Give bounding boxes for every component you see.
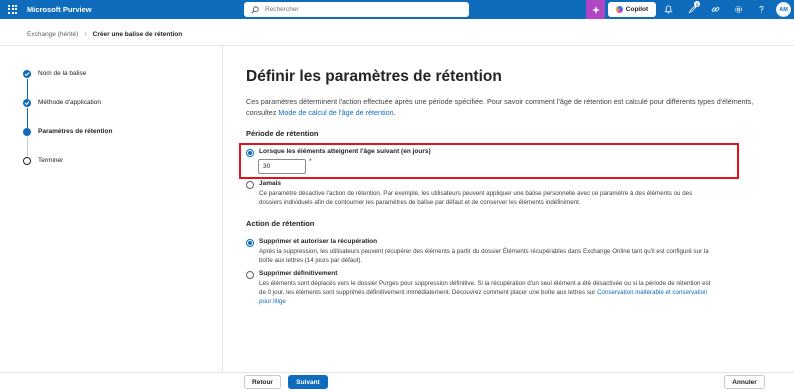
step-application-method[interactable]: Méthode d'application: [22, 98, 212, 128]
retention-action-heading: Action de rétention: [246, 219, 315, 228]
period-option-never[interactable]: Jamais Ce paramètre désactive l'action d…: [246, 180, 716, 207]
copilot-pane-button[interactable]: [586, 0, 605, 19]
breadcrumb-current: Créer une balise de rétention: [92, 31, 183, 38]
search-input[interactable]: [265, 6, 455, 13]
step-connector: [26, 79, 28, 99]
action-option-delete-recover[interactable]: Supprimer et autoriser la récupération A…: [246, 238, 716, 265]
avatar[interactable]: AM: [776, 2, 791, 17]
breadcrumb: Exchange (hérité) › Créer une balise de …: [27, 31, 182, 38]
step-connector: [26, 137, 28, 157]
step-retention-settings[interactable]: Paramètres de rétention: [22, 127, 212, 157]
step-label: Nom de la balise: [38, 70, 87, 77]
radio-button[interactable]: [246, 270, 254, 279]
step-label: Méthode d'application: [38, 99, 102, 106]
copilot-button[interactable]: Copilot: [608, 2, 656, 17]
copilot-label: Copilot: [625, 6, 649, 13]
notification-badge: 1: [694, 1, 700, 7]
cancel-button[interactable]: Annuler: [724, 375, 765, 389]
copilot-sparkle-icon: [591, 5, 600, 14]
radio-button[interactable]: [246, 180, 254, 189]
wizard-stepper: Nom de la balise Méthode d'application P…: [22, 69, 212, 185]
step-done-icon: [23, 99, 31, 107]
step-tag-name[interactable]: Nom de la balise: [22, 69, 212, 99]
back-button[interactable]: Retour: [244, 375, 281, 389]
step-finish[interactable]: Terminer: [22, 156, 212, 185]
search-box[interactable]: [244, 2, 469, 17]
retention-age-link[interactable]: Mode de calcul de l'âge de rétention: [278, 108, 393, 117]
required-indicator: *: [309, 158, 312, 165]
retention-days-input[interactable]: [258, 159, 306, 174]
step-label: Terminer: [38, 157, 64, 164]
panel-divider: [222, 46, 223, 372]
gear-icon: [734, 5, 742, 13]
question-icon: [758, 5, 764, 13]
intro-text: Ces paramètres déterminent l'action effe…: [246, 97, 754, 117]
step-pending-icon: [23, 157, 31, 165]
radio-label: Supprimer et autoriser la récupération: [259, 238, 378, 245]
link-icon: [711, 6, 719, 12]
step-connector: [26, 108, 28, 128]
retention-period-heading: Période de rétention: [246, 129, 319, 138]
highlight-box: [239, 143, 739, 179]
help-button[interactable]: [755, 3, 767, 15]
radio-description: Après la suppression, les utilisateurs p…: [259, 247, 709, 264]
radio-label: Supprimer définitivement: [259, 270, 338, 277]
step-done-icon: [23, 70, 31, 78]
copilot-icon: [615, 6, 623, 13]
action-option-delete-permanently[interactable]: Supprimer définitivement Les éléments so…: [246, 270, 716, 306]
activity-button[interactable]: 1: [686, 1, 700, 15]
search-icon: [251, 5, 259, 14]
share-button[interactable]: [709, 3, 721, 15]
step-current-icon: [23, 128, 31, 136]
breadcrumb-parent-link[interactable]: Exchange (hérité): [27, 31, 78, 38]
radio-button[interactable]: [246, 238, 254, 247]
step-label: Paramètres de rétention: [38, 128, 113, 135]
app-name[interactable]: Microsoft Purview: [27, 5, 92, 14]
footer-divider: [0, 372, 794, 373]
page-title: Définir les paramètres de rétention: [246, 68, 502, 85]
bell-icon: [663, 4, 673, 13]
radio-description: Ce paramètre désactive l'action de réten…: [259, 189, 693, 206]
next-button[interactable]: Suivant: [288, 375, 328, 389]
radio-label: Jamais: [259, 180, 282, 187]
app-launcher-icon[interactable]: [8, 4, 18, 15]
radio-description: Les éléments sont déplacés vers le dossi…: [259, 279, 711, 305]
header-divider: [0, 45, 794, 46]
notifications-button[interactable]: [662, 3, 674, 15]
settings-button[interactable]: [732, 3, 744, 15]
chevron-right-icon: ›: [84, 31, 87, 38]
top-bar: Microsoft Purview Copilot 1: [0, 0, 794, 19]
